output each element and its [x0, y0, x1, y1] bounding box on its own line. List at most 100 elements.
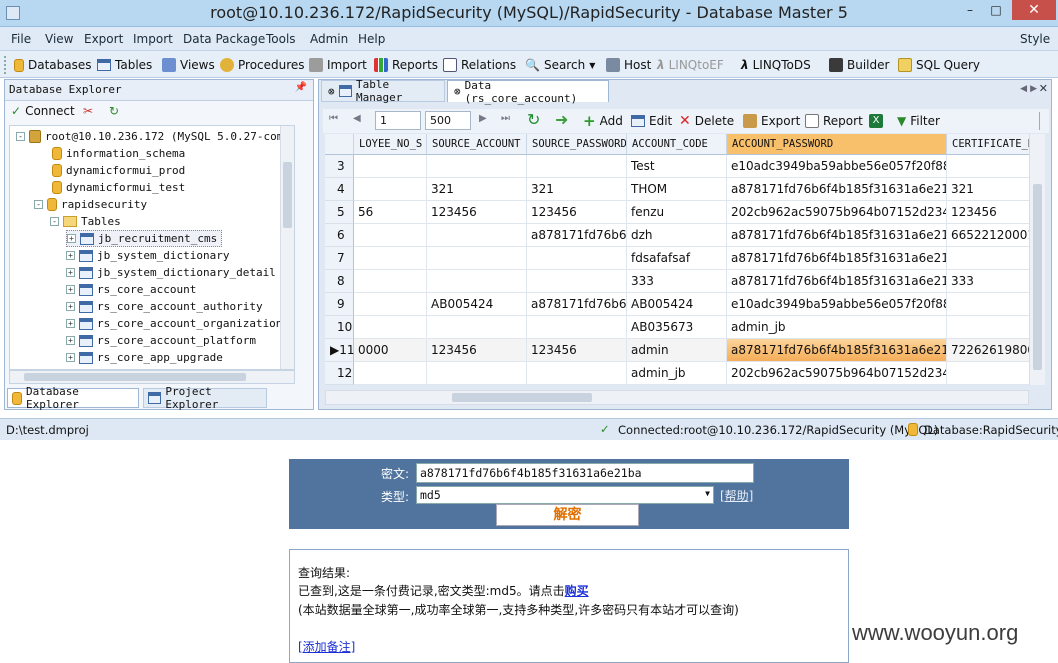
- tree-table-rs-core-account[interactable]: + rs_core_account: [66, 281, 196, 298]
- tree-folder-tables[interactable]: - Tables: [50, 213, 121, 230]
- grid-cell[interactable]: 72262619800219: [947, 339, 1029, 362]
- grid-cell[interactable]: admin_jb: [627, 362, 727, 385]
- grid-cell[interactable]: [427, 316, 527, 339]
- page-input[interactable]: 1: [375, 111, 421, 130]
- prev-page-icon[interactable]: ◀: [353, 113, 361, 124]
- tree-db-information-schema[interactable]: information_schema: [52, 145, 185, 162]
- edit-button[interactable]: Edit: [631, 112, 672, 130]
- grid-cell[interactable]: admin: [627, 339, 727, 362]
- row-number[interactable]: 10: [325, 316, 354, 339]
- grid-cell[interactable]: [947, 293, 1029, 316]
- grid-cell[interactable]: 123456: [427, 201, 527, 224]
- grid-cell[interactable]: AB005424: [627, 293, 727, 316]
- add-note-link[interactable]: [添加备注]: [298, 638, 355, 655]
- grid-cell[interactable]: admin_jb: [727, 316, 947, 339]
- grid-cell[interactable]: dzh: [627, 224, 727, 247]
- tree-server-node[interactable]: - root@10.10.236.172 (MySQL 5.0.27-commun…: [16, 128, 294, 145]
- grid-cell[interactable]: [354, 224, 427, 247]
- expand-icon[interactable]: +: [66, 319, 75, 328]
- tab-data-rs-core-account[interactable]: ⊗ Data (rs_core_account): [447, 79, 609, 105]
- expand-icon[interactable]: +: [66, 251, 75, 260]
- grid-cell[interactable]: 202cb962ac59075b964b07152d234b70: [727, 362, 947, 385]
- minimize-button[interactable]: –: [956, 0, 984, 20]
- linqtods-button[interactable]: λ LINQToDS: [741, 56, 811, 74]
- close-button[interactable]: ✕: [1012, 0, 1056, 20]
- close-icon[interactable]: ⊗: [328, 85, 335, 98]
- tab-scroll-right-icon[interactable]: ▶: [1030, 84, 1037, 94]
- add-button[interactable]: + Add: [583, 112, 623, 130]
- grid-cell[interactable]: [354, 293, 427, 316]
- scrollbar-thumb[interactable]: [283, 162, 292, 228]
- refresh-icon[interactable]: ↻: [527, 110, 540, 129]
- grid-cell[interactable]: [527, 362, 627, 385]
- builder-button[interactable]: Builder: [829, 56, 889, 74]
- pin-icon[interactable]: 📌: [295, 82, 307, 93]
- grid-cell[interactable]: a878171fd76b6f...: [527, 293, 627, 316]
- grid-cell[interactable]: 123456: [947, 201, 1029, 224]
- grid-cell[interactable]: 665221200012016: [947, 224, 1029, 247]
- tab-scroll-left-icon[interactable]: ◀: [1020, 84, 1027, 94]
- grid-cell[interactable]: [427, 247, 527, 270]
- grid-cell[interactable]: [354, 178, 427, 201]
- menu-tools[interactable]: Tools: [266, 32, 296, 46]
- grid-cell[interactable]: [947, 362, 1029, 385]
- column-header-selected[interactable]: ACCOUNT_PASSWORD: [727, 134, 947, 155]
- expand-icon[interactable]: +: [67, 234, 76, 243]
- grid-horizontal-scrollbar[interactable]: [325, 390, 1029, 405]
- column-header[interactable]: CERTIFICATE_N: [947, 134, 1029, 155]
- grid-vertical-scrollbar[interactable]: [1029, 134, 1045, 385]
- grid-cell[interactable]: a878171fd76b6f4b185f31631a6e21ba: [727, 178, 947, 201]
- grid-cell[interactable]: e10adc3949ba59abbe56e057f20f883e: [727, 293, 947, 316]
- close-document-icon[interactable]: ✕: [1039, 82, 1048, 95]
- toolbar-overflow[interactable]: [1039, 112, 1047, 130]
- menu-admin[interactable]: Admin: [310, 32, 348, 46]
- grid-cell[interactable]: e10adc3949ba59abbe56e057f20f883e: [727, 155, 947, 178]
- tables-button[interactable]: Tables: [97, 56, 152, 74]
- tree-table-jb-system-dictionary-detail[interactable]: + jb_system_dictionary_detail: [66, 264, 276, 281]
- tab-table-manager[interactable]: ⊗ Table Manager: [321, 78, 445, 104]
- column-header[interactable]: SOURCE_PASSWORD: [527, 134, 627, 155]
- expand-icon[interactable]: +: [66, 353, 75, 362]
- menu-help[interactable]: Help: [358, 32, 385, 46]
- excel-button[interactable]: X: [869, 112, 883, 130]
- tree-vertical-scrollbar[interactable]: [280, 126, 294, 369]
- export-button[interactable]: Export: [743, 112, 800, 130]
- row-number[interactable]: 8: [325, 270, 354, 293]
- last-page-icon[interactable]: ⏭: [501, 113, 510, 124]
- grid-cell[interactable]: [427, 224, 527, 247]
- connect-button[interactable]: ✓ Connect: [11, 104, 75, 118]
- maximize-button[interactable]: □: [982, 0, 1010, 20]
- menu-export[interactable]: Export: [84, 32, 123, 46]
- grid-cell[interactable]: 321: [427, 178, 527, 201]
- grid-cell[interactable]: [427, 155, 527, 178]
- grid-cell[interactable]: [527, 270, 627, 293]
- report-button[interactable]: Report: [805, 112, 863, 130]
- grid-cell[interactable]: 123456: [427, 339, 527, 362]
- tree-db-dynamicformui-prod[interactable]: dynamicformui_prod: [52, 162, 185, 179]
- grid-cell[interactable]: THOM: [627, 178, 727, 201]
- filter-button[interactable]: ▼ Filter: [897, 112, 940, 130]
- grid-cell[interactable]: 333: [947, 270, 1029, 293]
- column-header[interactable]: SOURCE_ACCOUNT: [427, 134, 527, 155]
- row-number[interactable]: 6: [325, 224, 354, 247]
- go-arrow-icon[interactable]: ➜: [555, 110, 568, 129]
- grid-cell[interactable]: [354, 247, 427, 270]
- menu-view[interactable]: View: [45, 32, 73, 46]
- menu-import[interactable]: Import: [133, 32, 173, 46]
- row-number[interactable]: 7: [325, 247, 354, 270]
- delete-button[interactable]: ✕ Delete: [679, 112, 734, 130]
- help-link[interactable]: [帮助]: [720, 487, 753, 504]
- databases-button[interactable]: Databases: [14, 56, 92, 74]
- tree-horizontal-scrollbar[interactable]: [9, 370, 295, 384]
- row-number[interactable]: 5: [325, 201, 354, 224]
- tab-project-explorer[interactable]: Project Explorer: [143, 385, 267, 411]
- grid-cell[interactable]: 123456: [527, 201, 627, 224]
- grid-cell[interactable]: a878171fd76b6f4b185f31631a6e21ba: [727, 339, 947, 362]
- host-button[interactable]: Host: [606, 56, 651, 74]
- grid-cell[interactable]: [947, 247, 1029, 270]
- procedures-button[interactable]: Procedures: [220, 56, 305, 74]
- grid-cell[interactable]: [427, 270, 527, 293]
- grid-cell[interactable]: a878171fd76b6f4b185f31631a6e21ba: [727, 247, 947, 270]
- refresh-icon[interactable]: ↻: [109, 104, 119, 118]
- collapse-icon[interactable]: -: [16, 132, 25, 141]
